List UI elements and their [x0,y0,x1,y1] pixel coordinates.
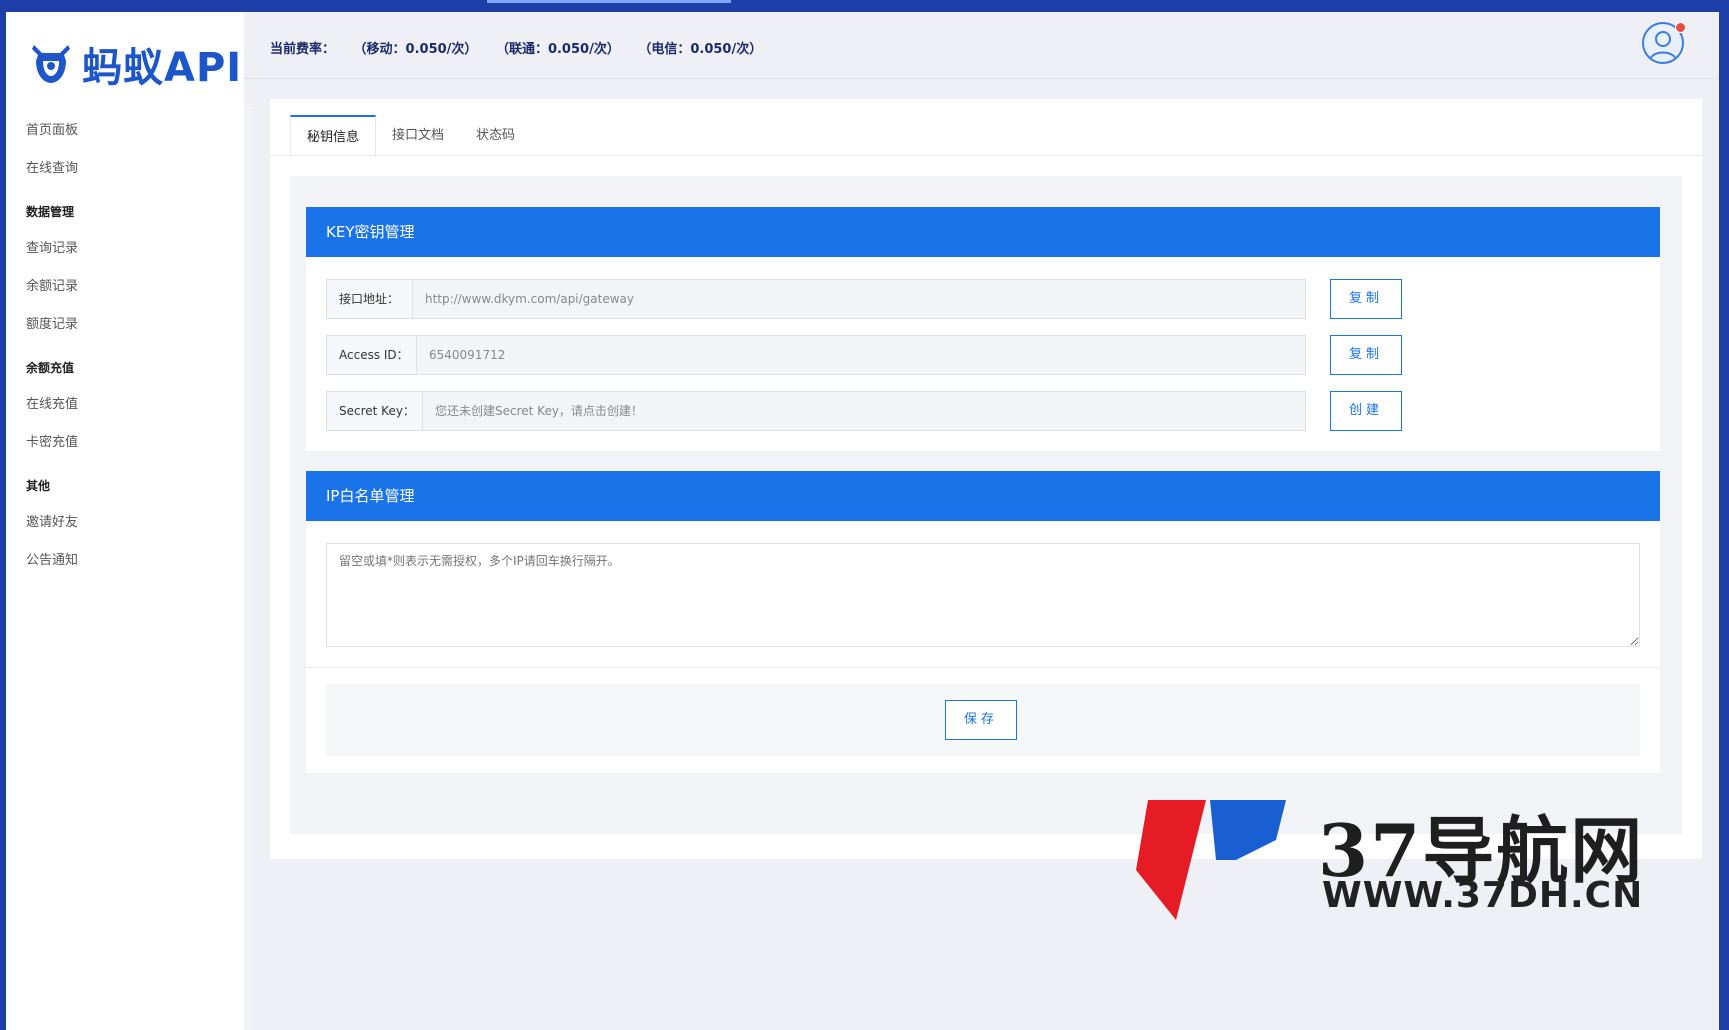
logo-text: 蚂蚁API [82,45,243,91]
sidebar-item-online-recharge[interactable]: 在线充值 [6,386,244,424]
tab-api-docs[interactable]: 接口文档 [376,115,460,155]
header: 当前费率： （移动：0.050/次） （联通：0.050/次） （电信：0.05… [244,12,1719,79]
ip-card-title: IP白名单管理 [306,471,1660,521]
access-id-row: Access ID： 6540091712 [326,335,1306,375]
tab-status-codes[interactable]: 状态码 [460,115,531,155]
sidebar-item-online-query[interactable]: 在线查询 [6,150,244,188]
gateway-row: 接口地址： http://www.dkym.com/api/gateway [326,279,1306,319]
rate-unicom: （联通：0.050/次） [495,42,620,57]
secret-key-label: Secret Key： [326,391,422,431]
rate-info: 当前费率： （移动：0.050/次） （联通：0.050/次） （电信：0.05… [270,38,776,57]
sidebar-group-data: 数据管理 [26,205,75,219]
access-id-label: Access ID： [326,335,416,375]
sidebar-item-dashboard[interactable]: 首页面板 [6,112,244,150]
sidebar-item-invite-friends[interactable]: 邀请好友 [6,504,244,542]
secret-key-row: Secret Key： 您还未创建Secret Key，请点击创建！ [326,391,1306,431]
rate-telecom: （电信：0.050/次） [638,42,763,57]
logo[interactable]: 蚂蚁API [28,34,242,94]
key-card-title: KEY密钥管理 [306,207,1660,257]
save-bar: 保存 [326,684,1640,756]
watermark-logo-icon [1136,800,1286,920]
sidebar-item-quota-records[interactable]: 额度记录 [6,306,244,344]
save-button[interactable]: 保存 [945,700,1017,740]
sidebar-group-other: 其他 [26,479,51,493]
main-panel: 秘钥信息 接口文档 状态码 KEY密钥管理 接口地址： http://www.d… [270,99,1702,859]
tab-key-info[interactable]: 秘钥信息 [290,115,377,157]
window-top-strip [0,0,1729,12]
sidebar: 蚂蚁API 首页面板 在线查询 数据管理 查询记录 余额记录 额度记录 余额充值… [6,12,244,1030]
sidebar-group-recharge: 余额充值 [26,361,75,375]
active-tab-highlight [487,0,731,3]
key-management-card: KEY密钥管理 接口地址： http://www.dkym.com/api/ga… [306,207,1660,451]
copy-access-id-button[interactable]: 复制 [1330,335,1402,375]
ip-whitelist-input[interactable] [326,543,1640,647]
ip-whitelist-card: IP白名单管理 保存 [306,471,1660,773]
sidebar-item-balance-records[interactable]: 余额记录 [6,268,244,306]
watermark-url: WWW.37DH.CN [1322,875,1644,916]
notification-badge [1675,22,1686,33]
site-watermark: 37导航网 WWW.37DH.CN [1136,800,1726,920]
rate-label: 当前费率： [270,42,336,57]
rate-mobile: （移动：0.050/次） [353,42,478,57]
copy-gateway-button[interactable]: 复制 [1330,279,1402,319]
gateway-label: 接口地址： [326,279,412,319]
sidebar-item-query-records[interactable]: 查询记录 [6,230,244,268]
sidebar-edge [244,107,252,1030]
tab-bar: 秘钥信息 接口文档 状态码 [290,115,531,157]
create-secret-key-button[interactable]: 创建 [1330,391,1402,431]
tab-content: KEY密钥管理 接口地址： http://www.dkym.com/api/ga… [290,176,1682,834]
ip-card-divider [306,667,1660,668]
ant-logo-icon [32,45,70,83]
secret-key-field[interactable]: 您还未创建Secret Key，请点击创建！ [422,391,1306,431]
access-id-field[interactable]: 6540091712 [416,335,1306,375]
sidebar-nav: 首页面板 在线查询 数据管理 查询记录 余额记录 额度记录 余额充值 在线充值 … [6,112,244,580]
sidebar-item-card-recharge[interactable]: 卡密充值 [6,424,244,462]
gateway-field[interactable]: http://www.dkym.com/api/gateway [412,279,1306,319]
tabs-divider [270,155,1702,156]
sidebar-item-announcements[interactable]: 公告通知 [6,542,244,580]
